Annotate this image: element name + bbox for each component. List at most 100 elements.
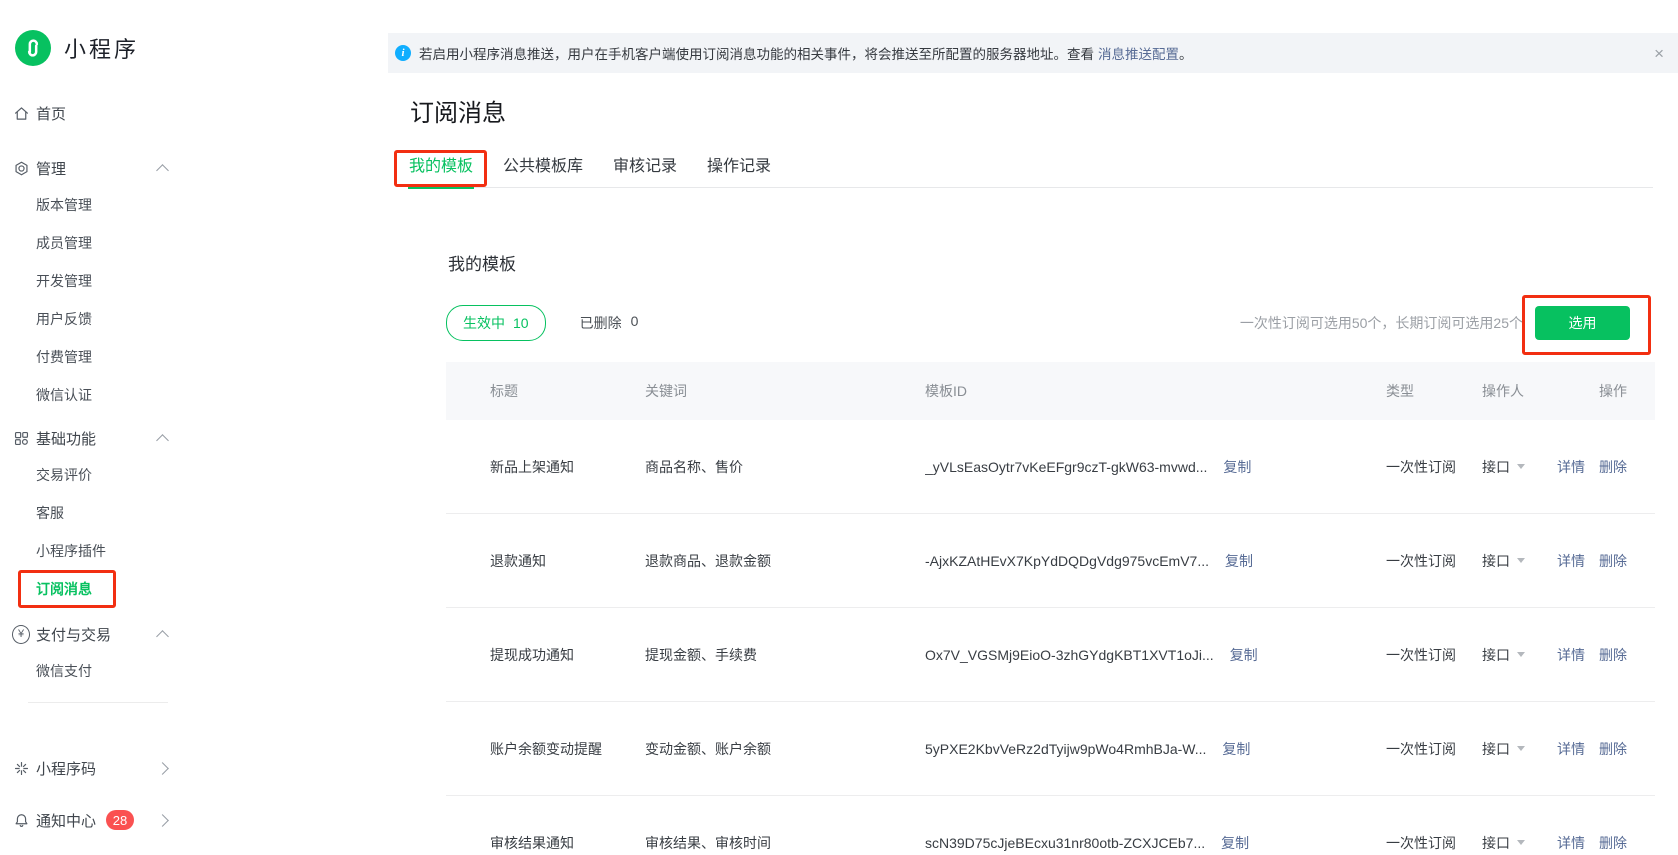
close-icon[interactable]: × — [1654, 45, 1664, 62]
yen-circle-icon: ¥ — [12, 625, 30, 643]
sidebar-item-label: 版本管理 — [36, 195, 92, 215]
sidebar-item-label: 微信认证 — [36, 385, 92, 405]
operator-dropdown[interactable]: 接口 — [1482, 457, 1557, 477]
copy-link[interactable]: 复制 — [1225, 551, 1253, 571]
sidebar-item-notification-center[interactable]: 通知中心 28 — [0, 802, 210, 838]
detail-link[interactable]: 详情 — [1557, 739, 1585, 759]
nut-icon — [12, 159, 30, 177]
copy-link[interactable]: 复制 — [1223, 457, 1251, 477]
cell-type: 一次性订阅 — [1386, 457, 1482, 477]
toolbar-right: 一次性订阅可选用50个，长期订阅可选用25个 选用 — [1240, 306, 1655, 340]
sidebar-item-label: 小程序插件 — [36, 541, 106, 561]
sidebar-item-label: 微信支付 — [36, 661, 92, 681]
operator-dropdown[interactable]: 接口 — [1482, 551, 1557, 571]
table-header: 标题 关键词 模板ID 类型 操作人 操作 — [446, 362, 1655, 420]
app-title: 小程序 — [64, 32, 139, 64]
column-header-operator: 操作人 — [1482, 381, 1557, 401]
cell-title: 账户余额变动提醒 — [446, 739, 645, 759]
cell-template-id: 5yPXE2KbvVeRz2dTyijw9pWo4RmhBJa-W... — [925, 741, 1206, 757]
sidebar-item-develop[interactable]: 开发管理 — [0, 262, 210, 300]
tab-my-templates[interactable]: 我的模板 — [408, 152, 474, 189]
sidebar-item-basic-functions[interactable]: 基础功能 — [0, 420, 210, 456]
sidebar-item-pay-and-trade[interactable]: ¥ 支付与交易 — [0, 616, 210, 652]
page-title: 订阅消息 — [410, 93, 1678, 128]
sidebar-item-manage[interactable]: 管理 — [0, 150, 210, 186]
caret-down-icon — [1517, 558, 1525, 563]
sidebar-item-label: 订阅消息 — [36, 579, 92, 599]
cell-keywords: 变动金额、账户余额 — [645, 739, 925, 759]
chevron-up-icon[interactable] — [156, 630, 169, 643]
column-header-actions: 操作 — [1557, 381, 1655, 401]
sidebar-nav: 首页 管理 版本管理 成员管理 开发管理 用户反馈 付费管理 微信认证 基础功能… — [0, 95, 210, 703]
tab-label: 操作记录 — [707, 158, 771, 175]
operator-dropdown[interactable]: 接口 — [1482, 739, 1557, 759]
filter-active-count: 10 — [513, 315, 529, 331]
sidebar-item-label: 用户反馈 — [36, 309, 92, 329]
tab-bar: 我的模板 公共模板库 审核记录 操作记录 — [408, 152, 1653, 188]
column-header-template-id: 模板ID — [925, 381, 1386, 401]
sidebar-item-plugins[interactable]: 小程序插件 — [0, 532, 210, 570]
sidebar-item-payment-manage[interactable]: 付费管理 — [0, 338, 210, 376]
table-row: 审核结果通知 审核结果、审核时间 scN39D75cJjeBEcxu31nr80… — [446, 796, 1655, 855]
quota-hint: 一次性订阅可选用50个，长期订阅可选用25个 — [1240, 313, 1523, 333]
copy-link[interactable]: 复制 — [1221, 833, 1249, 853]
cell-template-id: -AjxKZAtHEvX7KpYdDQDgVdg975vcEmV7... — [925, 553, 1209, 569]
cell-type: 一次性订阅 — [1386, 739, 1482, 759]
toolbar: 生效中 10 已删除 0 一次性订阅可选用50个，长期订阅可选用25个 选用 — [446, 305, 1655, 341]
sidebar-item-version[interactable]: 版本管理 — [0, 186, 210, 224]
sidebar-item-subscribe-message[interactable]: 订阅消息 — [0, 570, 210, 608]
info-banner: i 若启用小程序消息推送，用户在手机客户端使用订阅消息功能的相关事件，将会推送至… — [388, 33, 1678, 73]
filter-deleted[interactable]: 已删除 0 — [580, 313, 639, 333]
delete-link[interactable]: 删除 — [1599, 551, 1627, 571]
copy-link[interactable]: 复制 — [1230, 645, 1258, 665]
tab-operation-records[interactable]: 操作记录 — [706, 152, 772, 187]
sidebar-item-label: 首页 — [36, 103, 66, 124]
table-row: 提现成功通知 提现金额、手续费 Ox7V_VGSMj9EioO-3zhGYdgK… — [446, 608, 1655, 702]
sidebar-item-wechat-pay[interactable]: 微信支付 — [0, 652, 210, 690]
select-button[interactable]: 选用 — [1535, 306, 1630, 340]
cell-operator: 接口 — [1482, 833, 1510, 853]
tab-public-template-library[interactable]: 公共模板库 — [502, 152, 584, 187]
sidebar-item-home[interactable]: 首页 — [0, 95, 210, 131]
banner-push-config-link[interactable]: 消息推送配置 — [1098, 43, 1179, 63]
detail-link[interactable]: 详情 — [1557, 833, 1585, 853]
banner-text-suffix: 。 — [1179, 43, 1193, 63]
sidebar-item-label: 基础功能 — [36, 428, 96, 449]
chevron-up-icon[interactable] — [156, 164, 169, 177]
tab-label: 公共模板库 — [503, 158, 583, 175]
operator-dropdown[interactable]: 接口 — [1482, 645, 1557, 665]
app-logo-row: 小程序 — [0, 0, 388, 66]
sidebar-item-label: 管理 — [36, 158, 66, 179]
sidebar-item-customer-service[interactable]: 客服 — [0, 494, 210, 532]
panel-my-templates: 我的模板 生效中 10 已删除 0 一次性订阅可选用50个，长期订阅可选用25个… — [446, 250, 1655, 855]
tab-review-records[interactable]: 审核记录 — [612, 152, 678, 187]
select-button-label: 选用 — [1569, 315, 1597, 331]
tab-label: 审核记录 — [613, 158, 677, 175]
delete-link[interactable]: 删除 — [1599, 739, 1627, 759]
filter-active-pill[interactable]: 生效中 10 — [446, 305, 546, 341]
delete-link[interactable]: 删除 — [1599, 457, 1627, 477]
sidebar-item-trade-review[interactable]: 交易评价 — [0, 456, 210, 494]
sidebar-item-members[interactable]: 成员管理 — [0, 224, 210, 262]
sidebar-item-feedback[interactable]: 用户反馈 — [0, 300, 210, 338]
sidebar-item-miniprogram-code[interactable]: 小程序码 — [0, 750, 210, 786]
cell-title: 新品上架通知 — [446, 457, 645, 477]
detail-link[interactable]: 详情 — [1557, 551, 1585, 571]
cell-operator: 接口 — [1482, 457, 1510, 477]
chevron-right-icon[interactable] — [156, 814, 169, 827]
cell-title: 审核结果通知 — [446, 833, 645, 853]
caret-down-icon — [1517, 746, 1525, 751]
banner-text: 若启用小程序消息推送，用户在手机客户端使用订阅消息功能的相关事件，将会推送至所配… — [419, 43, 1094, 63]
detail-link[interactable]: 详情 — [1557, 645, 1585, 665]
notification-badge: 28 — [106, 810, 134, 830]
delete-link[interactable]: 删除 — [1599, 645, 1627, 665]
column-header-title: 标题 — [446, 381, 645, 401]
chevron-up-icon[interactable] — [156, 434, 169, 447]
chevron-right-icon[interactable] — [156, 762, 169, 775]
delete-link[interactable]: 删除 — [1599, 833, 1627, 853]
sidebar-item-wechat-verify[interactable]: 微信认证 — [0, 376, 210, 414]
detail-link[interactable]: 详情 — [1557, 457, 1585, 477]
copy-link[interactable]: 复制 — [1222, 739, 1250, 759]
operator-dropdown[interactable]: 接口 — [1482, 833, 1557, 853]
modules-icon — [12, 429, 30, 447]
